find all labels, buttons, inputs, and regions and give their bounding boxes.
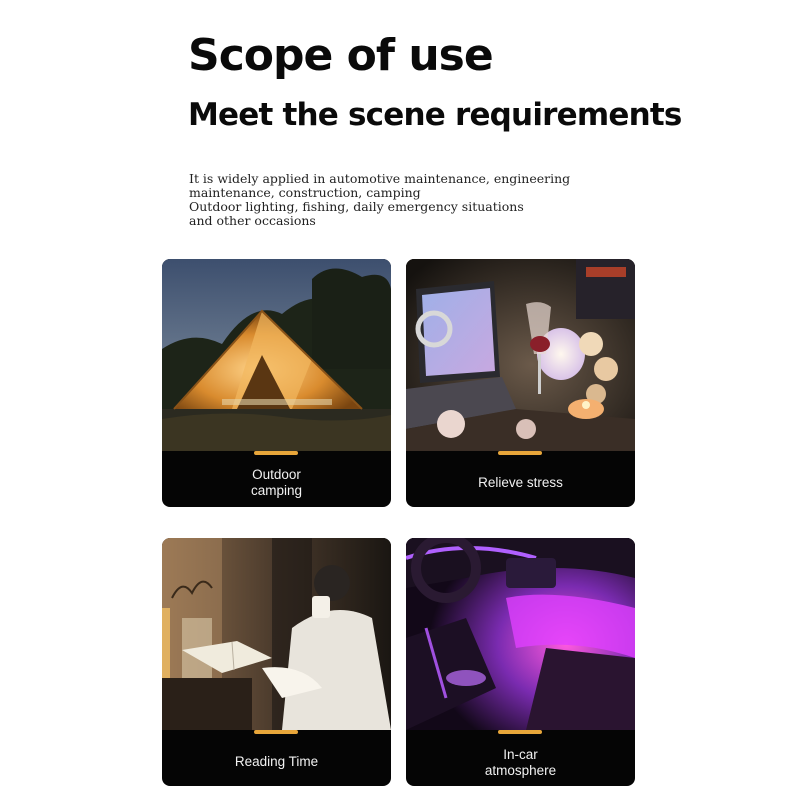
accent-bar (498, 451, 542, 455)
page-subtitle: Meet the scene requirements (188, 97, 682, 133)
description-line: Outdoor lighting, fishing, daily emergen… (189, 199, 524, 214)
tent-photo (162, 259, 391, 451)
card-label: Relieve stress (406, 475, 635, 491)
candle-laptop-photo (406, 259, 635, 451)
description-line: and other occasions (189, 213, 316, 228)
card-label: Reading Time (162, 754, 391, 770)
card-label-line: Reading Time (234, 754, 319, 769)
description: It is widely applied in automotive maint… (189, 172, 619, 228)
scene-card-reading-time: Reading Time (162, 538, 391, 786)
scene-card-relieve-stress: Relieve stress (406, 259, 635, 507)
card-label: Outdoor camping (162, 467, 391, 499)
card-label-line: camping (250, 483, 303, 498)
accent-bar (254, 730, 298, 734)
car-interior-photo (406, 538, 635, 730)
scene-card-in-car-atmosphere: In-car atmosphere (406, 538, 635, 786)
reading-woman-photo (162, 538, 391, 730)
description-line: It is widely applied in automotive maint… (189, 171, 571, 186)
page-title: Scope of use (188, 30, 494, 81)
description-line: maintenance, construction, camping (189, 185, 421, 200)
card-label-line: atmosphere (484, 763, 557, 778)
card-label-line: Relieve stress (478, 475, 563, 490)
scene-card-outdoor-camping: Outdoor camping (162, 259, 391, 507)
card-label: In-car atmosphere (406, 747, 635, 779)
card-label-line: Outdoor (252, 467, 301, 482)
card-label-line: In-car (503, 747, 538, 762)
accent-bar (498, 730, 542, 734)
accent-bar (254, 451, 298, 455)
